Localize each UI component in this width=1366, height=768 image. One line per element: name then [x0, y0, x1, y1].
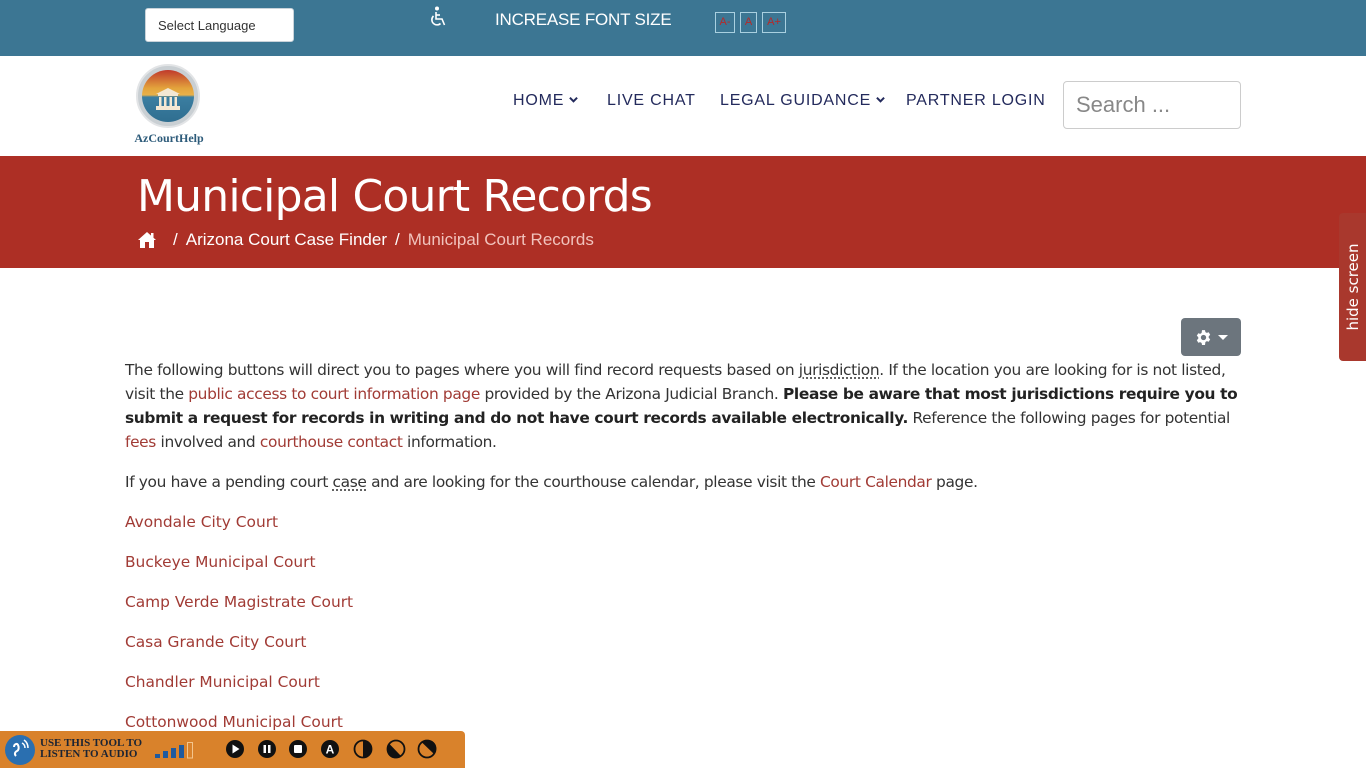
text: Reference the following pages for potent…	[907, 409, 1231, 427]
audio-tool-bar: USE THIS TOOL TO LISTEN TO AUDIO A	[0, 731, 465, 768]
text: If you have a pending court	[125, 473, 333, 491]
page-banner: Municipal Court Records / Arizona Court …	[0, 156, 1366, 268]
logo-text: AzCourtHelp	[134, 131, 204, 145]
breadcrumb-link[interactable]: Arizona Court Case Finder	[186, 230, 387, 250]
court-link[interactable]: Casa Grande City Court	[125, 630, 1241, 654]
breadcrumb: / Arizona Court Case Finder / Municipal …	[137, 230, 594, 250]
increase-font-button[interactable]: A+	[762, 12, 786, 33]
text: provided by the Arizona Judicial Branch.	[479, 385, 783, 403]
nav-home[interactable]: HOME	[513, 92, 579, 110]
gear-icon	[1196, 330, 1211, 345]
text: and are looking for the courthouse calen…	[366, 473, 821, 491]
court-list: Avondale City Court Buckeye Municipal Co…	[125, 510, 1241, 734]
audio-tool-label: USE THIS TOOL TO LISTEN TO AUDIO	[40, 738, 142, 760]
play-icon[interactable]	[225, 739, 245, 759]
calendar-paragraph: If you have a pending court case and are…	[125, 470, 1241, 494]
nav-partner-login-label: PARTNER LOGIN	[906, 92, 1046, 109]
language-select[interactable]: Select Language	[145, 8, 294, 42]
courthouse-icon	[156, 88, 180, 110]
abbr-jurisdiction[interactable]: jurisdiction	[799, 361, 880, 379]
nav-live-chat-label: LIVE CHAT	[607, 92, 696, 109]
nav-legal-guidance-label: LEGAL GUIDANCE	[720, 92, 872, 109]
normal-font-button[interactable]: A	[740, 12, 757, 33]
breadcrumb-separator: /	[173, 230, 178, 249]
volume-level-icon[interactable]	[155, 742, 197, 760]
breadcrumb-separator: /	[395, 230, 400, 249]
decrease-font-button[interactable]: A-	[715, 12, 735, 33]
home-icon[interactable]	[137, 231, 157, 249]
text-icon[interactable]: A	[320, 739, 340, 759]
nav-live-chat[interactable]: LIVE CHAT	[607, 92, 696, 110]
nav-legal-guidance[interactable]: LEGAL GUIDANCE	[720, 92, 885, 110]
logo-emblem	[136, 64, 200, 128]
contrast-invert-icon[interactable]	[417, 739, 437, 759]
text: The following buttons will direct you to…	[125, 361, 799, 379]
court-link[interactable]: Avondale City Court	[125, 510, 1241, 534]
intro-paragraph: The following buttons will direct you to…	[125, 358, 1241, 454]
wheelchair-icon[interactable]	[428, 6, 448, 28]
page-title: Municipal Court Records	[137, 171, 653, 222]
pause-icon[interactable]	[257, 739, 277, 759]
court-link[interactable]: Chandler Municipal Court	[125, 670, 1241, 694]
stop-icon[interactable]	[288, 739, 308, 759]
court-calendar-link[interactable]: Court Calendar	[820, 473, 932, 491]
public-access-link[interactable]: public access to court information page	[188, 385, 480, 403]
text: information.	[402, 433, 497, 451]
chevron-down-icon	[876, 96, 885, 103]
main-content: The following buttons will direct you to…	[125, 358, 1241, 750]
abbr-case[interactable]: case	[333, 473, 367, 491]
caret-down-icon	[1218, 335, 1228, 340]
text: involved and	[155, 433, 260, 451]
breadcrumb-current: Municipal Court Records	[407, 230, 594, 249]
chevron-down-icon	[569, 96, 579, 103]
court-link[interactable]: Camp Verde Magistrate Court	[125, 590, 1241, 614]
contrast-dark-icon[interactable]	[386, 739, 406, 759]
article-tools-button[interactable]	[1181, 318, 1241, 356]
text: page.	[931, 473, 978, 491]
top-utility-bar: Select Language INCREASE FONT SIZE A- A …	[0, 0, 1366, 56]
hide-screen-label: hide screen	[1343, 243, 1362, 331]
svg-text:A: A	[326, 743, 335, 757]
fees-link[interactable]: fees	[125, 433, 156, 451]
court-link[interactable]: Buckeye Municipal Court	[125, 550, 1241, 574]
search-input[interactable]: Search ...	[1063, 81, 1241, 129]
nav-home-label: HOME	[513, 92, 565, 109]
nav-partner-login[interactable]: PARTNER LOGIN	[906, 92, 1046, 110]
hearing-icon[interactable]	[5, 735, 35, 765]
audio-label-line2: LISTEN TO AUDIO	[40, 748, 138, 760]
courthouse-contact-link[interactable]: courthouse contact	[260, 433, 403, 451]
site-header: AzCourtHelp HOME LIVE CHAT LEGAL GUIDANC…	[0, 56, 1366, 156]
site-logo[interactable]: AzCourtHelp	[127, 64, 211, 148]
increase-font-size-label: INCREASE FONT SIZE	[495, 10, 672, 29]
hide-screen-tab[interactable]: hide screen	[1339, 213, 1366, 361]
contrast-icon[interactable]	[353, 739, 373, 759]
